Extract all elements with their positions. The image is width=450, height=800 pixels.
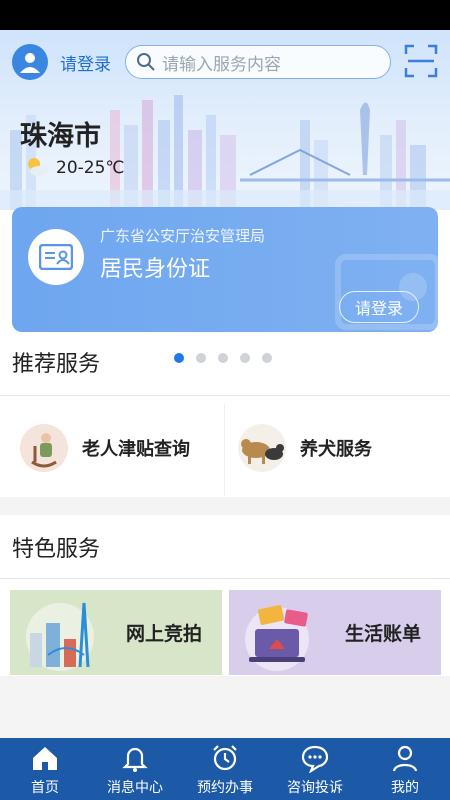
- chat-bubble-icon: [301, 745, 329, 773]
- featured-title: 特色服务: [12, 537, 101, 562]
- tab-label: 预约办事: [197, 780, 253, 796]
- service-elderly-allowance[interactable]: 老人津贴查询: [20, 400, 190, 496]
- service-label: 养犬服务: [300, 439, 372, 460]
- divider: [0, 395, 450, 396]
- tab-home[interactable]: 首页: [0, 738, 90, 800]
- tab-label: 咨询投诉: [287, 780, 343, 796]
- card-title: 居民身份证: [100, 257, 211, 282]
- card-login-button[interactable]: 请登录: [339, 291, 419, 323]
- carousel-dot[interactable]: [196, 353, 206, 363]
- login-link[interactable]: 请登录: [60, 50, 111, 75]
- column-divider: [224, 404, 225, 496]
- id-card-banner[interactable]: 广东省公安厅治安管理局 居民身份证 请登录: [12, 207, 438, 332]
- scan-icon[interactable]: [404, 44, 438, 78]
- tab-label: 首页: [31, 780, 59, 796]
- status-bar: [0, 0, 450, 30]
- city-name: 珠海市: [20, 121, 101, 152]
- bell-icon: [122, 747, 148, 772]
- tab-message-center[interactable]: 消息中心: [90, 738, 180, 800]
- carousel-dot[interactable]: [240, 353, 250, 363]
- id-card-icon: [28, 229, 84, 285]
- recommended-services: 老人津贴查询 养犬服务: [0, 400, 450, 496]
- user-icon: [20, 53, 40, 73]
- feature-online-auction[interactable]: 网上竞拍: [10, 590, 222, 675]
- search-icon: [137, 53, 155, 71]
- carousel-dot[interactable]: [262, 353, 272, 363]
- alarm-clock-icon: [213, 745, 237, 771]
- temperature: 20-25℃: [56, 158, 125, 178]
- feature-label: 生活账单: [345, 623, 422, 645]
- feature-life-bills[interactable]: 生活账单: [229, 590, 441, 675]
- carousel-indicator[interactable]: [174, 353, 272, 363]
- feature-label: 网上竞拍: [126, 623, 203, 645]
- tab-consult-complaint[interactable]: 咨询投诉: [270, 738, 360, 800]
- partly-sunny-icon: [28, 158, 48, 176]
- tab-appointment[interactable]: 预约办事: [180, 738, 270, 800]
- service-label: 老人津贴查询: [82, 439, 190, 460]
- recommended-title: 推荐服务: [12, 352, 101, 377]
- bill-laptop-icon: [245, 604, 309, 671]
- auction-building-icon: [26, 602, 94, 671]
- tab-profile[interactable]: 我的: [360, 738, 450, 800]
- carousel-dot[interactable]: [174, 353, 184, 363]
- search-placeholder: 请输入服务内容: [162, 54, 281, 75]
- section-gap: [0, 497, 450, 515]
- card-department: 广东省公安厅治安管理局: [100, 227, 266, 245]
- divider: [0, 578, 450, 579]
- elderly-person-icon: [20, 424, 68, 472]
- dogs-icon: [238, 424, 286, 472]
- hero-banner: 请登录 请输入服务内容 珠海市 20-25℃: [0, 30, 450, 210]
- bottom-tab-bar: 首页 消息中心 预约办事 咨询投诉 我的: [0, 738, 450, 800]
- tab-label: 我的: [391, 780, 419, 796]
- page-background: [0, 676, 450, 738]
- service-dog-registration[interactable]: 养犬服务: [238, 400, 372, 496]
- home-icon: [33, 747, 57, 770]
- search-input[interactable]: 请输入服务内容: [125, 45, 391, 79]
- tab-label: 消息中心: [107, 780, 163, 796]
- profile-icon: [392, 745, 418, 772]
- carousel-dot[interactable]: [218, 353, 228, 363]
- user-avatar[interactable]: [12, 44, 48, 80]
